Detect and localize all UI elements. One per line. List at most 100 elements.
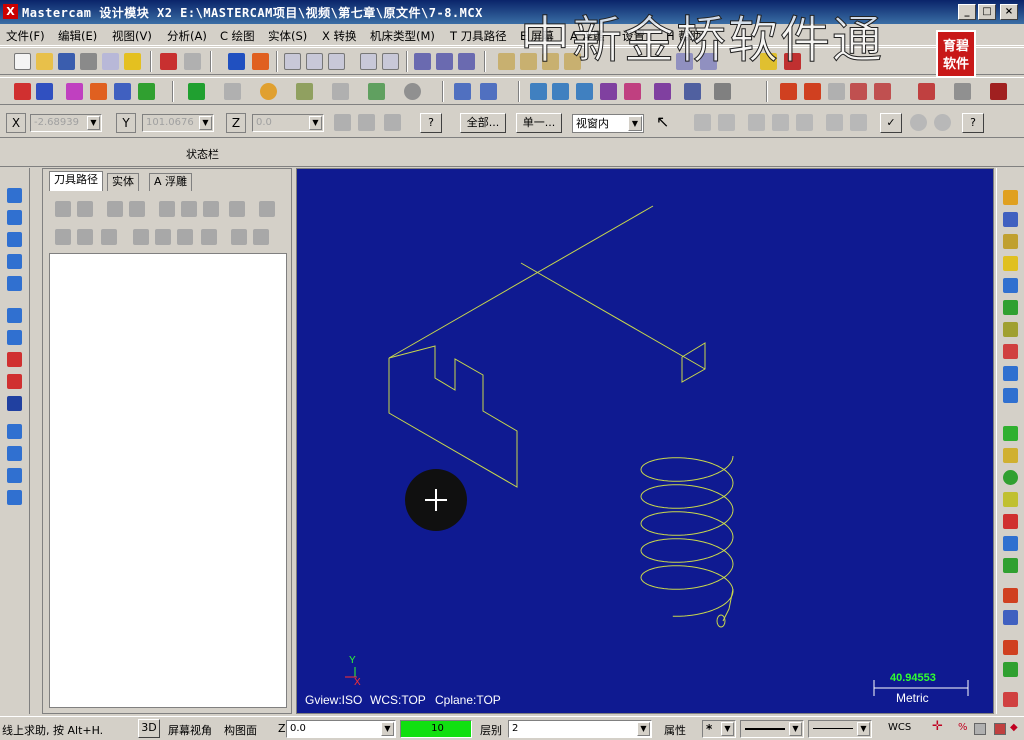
boolean-icon[interactable] <box>7 396 22 411</box>
chevron-down-icon[interactable]: ▼ <box>87 116 100 130</box>
zoom-target-icon[interactable] <box>360 53 377 70</box>
analyze-icon[interactable] <box>14 83 31 100</box>
zoom-selected-icon[interactable] <box>382 53 399 70</box>
line-style-select[interactable]: ▼ <box>740 720 804 738</box>
table-icon[interactable] <box>1003 640 1018 655</box>
group-icon[interactable]: ✛ <box>932 719 943 734</box>
extrude-icon[interactable] <box>7 188 22 203</box>
arc-icon[interactable] <box>1003 278 1018 293</box>
zoom-in-icon[interactable] <box>306 53 323 70</box>
selection-help-icon[interactable]: ? <box>962 113 984 133</box>
node-icon[interactable] <box>1003 300 1018 315</box>
rotate-view-icon[interactable] <box>414 53 431 70</box>
dynamic-rotate-icon[interactable] <box>436 53 453 70</box>
create-fillet-icon[interactable] <box>332 83 349 100</box>
autocursor-override-icon[interactable] <box>384 114 401 131</box>
graphics-window[interactable]: Y X Gview:ISO WCS:TOP Cplane:TOP 40.9455… <box>296 168 994 714</box>
screen-view-button[interactable]: 屏幕视角 <box>168 722 212 738</box>
mode-3d-button[interactable]: 3D <box>138 719 160 738</box>
top-view-icon[interactable] <box>498 53 515 70</box>
minimize-button[interactable]: _ <box>958 4 976 20</box>
layout-icon[interactable] <box>7 490 22 505</box>
cursor-arrow-icon[interactable]: ↖ <box>656 114 673 131</box>
sweep-icon[interactable] <box>7 232 22 247</box>
toolpath-8-icon[interactable] <box>990 83 1007 100</box>
zoom-out-icon[interactable] <box>328 53 345 70</box>
attributes-label[interactable]: 属性 <box>664 722 686 738</box>
create-point-icon[interactable] <box>188 83 205 100</box>
menu-machine-type[interactable]: 机床类型(M) <box>370 28 435 44</box>
print-icon[interactable] <box>80 53 97 70</box>
maximize-button[interactable]: □ <box>978 4 996 20</box>
level-label[interactable]: 层别 <box>480 722 502 738</box>
grid-icon[interactable] <box>1003 514 1018 529</box>
thicken-icon[interactable] <box>7 446 22 461</box>
delete-ops-icon[interactable] <box>259 201 275 217</box>
toolpath-2-icon[interactable] <box>804 83 821 100</box>
chevron-down-icon[interactable]: ▼ <box>309 116 322 130</box>
chevron-down-icon[interactable]: ▼ <box>381 722 394 736</box>
chevron-down-icon[interactable]: ▼ <box>857 722 870 736</box>
toolpath-7-icon[interactable] <box>954 83 971 100</box>
spinner-icon[interactable]: ◆ <box>1010 722 1018 733</box>
circle-icon[interactable] <box>1003 470 1018 485</box>
print-preview-icon[interactable] <box>102 53 119 70</box>
select-filter-icon[interactable] <box>694 114 711 131</box>
cube-icon[interactable] <box>1003 234 1018 249</box>
attributes-icon[interactable] <box>66 83 83 100</box>
menu-create[interactable]: C 绘图 <box>220 28 255 44</box>
color-icon[interactable] <box>90 83 107 100</box>
select-all-ops-icon[interactable] <box>55 201 71 217</box>
menu-view[interactable]: 视图(V) <box>112 28 152 44</box>
chevron-down-icon[interactable]: ▼ <box>628 116 642 131</box>
toggle-display-icon[interactable] <box>77 229 93 245</box>
select-invalid-ops-icon[interactable] <box>77 201 93 217</box>
save-icon[interactable] <box>58 53 75 70</box>
line-icon[interactable] <box>1003 448 1018 463</box>
regenerate-icon[interactable] <box>107 201 123 217</box>
toolpath-icon[interactable] <box>780 83 797 100</box>
fit-icon[interactable] <box>228 53 245 70</box>
move-icon[interactable] <box>1003 558 1018 573</box>
backplot-icon[interactable] <box>159 201 175 217</box>
surface-4-icon[interactable] <box>600 83 617 100</box>
operations-list[interactable] <box>49 253 287 708</box>
line-width-select[interactable]: ▼ <box>808 720 872 738</box>
diamond-icon[interactable] <box>1003 536 1018 551</box>
properties-icon[interactable] <box>124 53 141 70</box>
corner-icon[interactable] <box>1003 492 1018 507</box>
surface-icon[interactable] <box>530 83 547 100</box>
pan-icon[interactable] <box>458 53 475 70</box>
unselect-icon[interactable] <box>934 114 951 131</box>
x-coord-label[interactable]: X <box>6 113 26 133</box>
select-all-button[interactable]: 全部... <box>460 113 506 133</box>
selection-mode-select[interactable]: 视窗内 ▼ <box>572 114 644 133</box>
solid-3-icon[interactable] <box>714 83 731 100</box>
repaint-icon[interactable] <box>252 53 269 70</box>
trim-icon[interactable] <box>368 83 385 100</box>
zoom-window-icon[interactable] <box>284 53 301 70</box>
menu-file[interactable]: 文件(F) <box>6 28 45 44</box>
verify-icon[interactable] <box>181 201 197 217</box>
box-2-icon[interactable] <box>1003 344 1018 359</box>
create-circle-icon[interactable] <box>260 83 277 100</box>
z-depth-label[interactable]: Z <box>278 722 286 735</box>
menu-edit[interactable]: 编辑(E) <box>58 28 97 44</box>
save-view-icon[interactable] <box>1003 212 1018 227</box>
summation-icon[interactable] <box>114 83 131 100</box>
nodes-icon[interactable] <box>1003 588 1018 603</box>
solid-icon[interactable] <box>654 83 671 100</box>
stats-icon[interactable] <box>1003 692 1018 707</box>
chamfer-solid-icon[interactable] <box>7 330 22 345</box>
select-filter-7-icon[interactable] <box>850 114 867 131</box>
select-filter-2-icon[interactable] <box>718 114 735 131</box>
level-field[interactable]: 2 ▼ <box>508 720 652 738</box>
clear-colors-icon[interactable] <box>974 723 986 735</box>
open-file-icon[interactable] <box>36 53 53 70</box>
fast-point-icon[interactable] <box>334 114 351 131</box>
loft-icon[interactable] <box>7 254 22 269</box>
tab-toolpaths[interactable]: 刀具路径 <box>49 171 103 191</box>
surface-3-icon[interactable] <box>576 83 593 100</box>
tab-solids[interactable]: 实体 <box>107 173 139 191</box>
insert-arrow-icon[interactable] <box>177 229 193 245</box>
